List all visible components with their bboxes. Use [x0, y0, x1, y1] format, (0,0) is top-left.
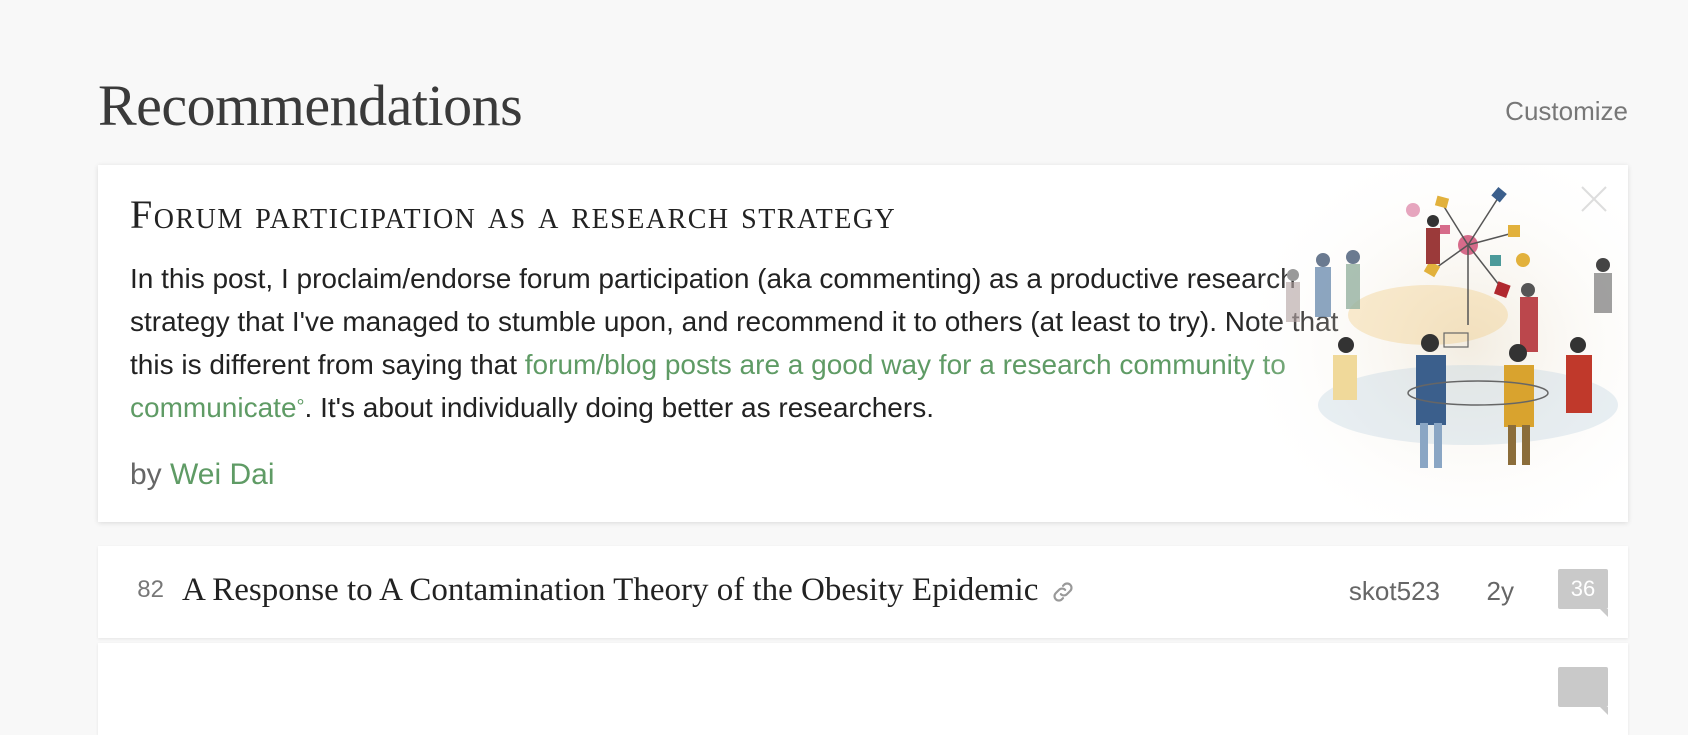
post-karma: 82: [137, 576, 164, 603]
comment-count-badge[interactable]: 36: [1558, 569, 1608, 617]
post-list-item[interactable]: 82 A Response to A Contamination Theory …: [98, 546, 1628, 638]
post-title[interactable]: A Response to A Contamination Theory of …: [182, 572, 1076, 609]
spotlight-byline: by Wei Dai: [130, 458, 275, 492]
post-age: 2y: [1486, 576, 1514, 606]
spotlight-author-link[interactable]: Wei Dai: [170, 458, 274, 491]
comment-count-badge[interactable]: [1558, 667, 1608, 715]
post-title-text[interactable]: A Response to A Contamination Theory of …: [182, 572, 1038, 608]
spotlight-description: In this post, I proclaim/endorse forum p…: [130, 257, 1340, 429]
spotlight-illustration: [1228, 165, 1628, 522]
spotlight-title[interactable]: Forum participation as a research strate…: [130, 191, 896, 238]
recommendations-header: Recommendations Customize: [98, 66, 1628, 146]
customize-button[interactable]: Customize: [1505, 96, 1628, 127]
page-title: Recommendations: [98, 73, 523, 138]
link-preview-marker: °: [296, 396, 305, 418]
post-author[interactable]: skot523: [1349, 576, 1440, 607]
spotlight-desc-text-end: . It's about individually doing better a…: [304, 392, 934, 423]
link-icon: [1053, 582, 1073, 602]
byline-label: by: [130, 458, 162, 491]
post-list-item[interactable]: [98, 643, 1628, 735]
spotlight-card[interactable]: Forum participation as a research strate…: [98, 165, 1628, 522]
close-icon[interactable]: [1578, 183, 1610, 215]
